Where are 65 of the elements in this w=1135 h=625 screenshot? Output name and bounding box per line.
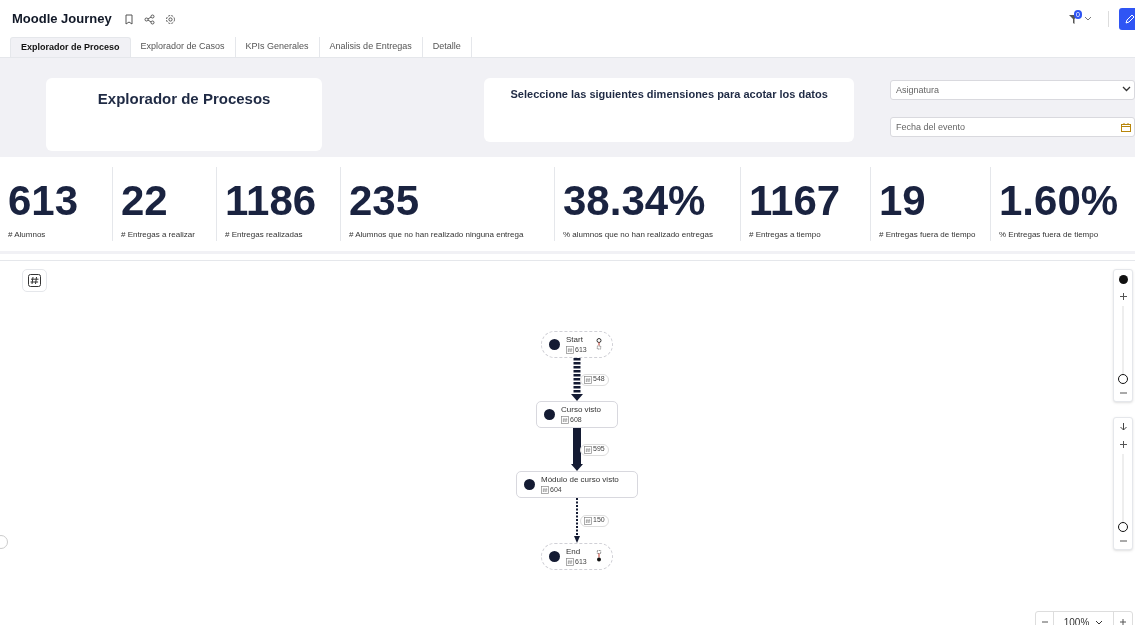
kpi-value: 38.34% [563, 179, 706, 223]
arrow-down-icon[interactable] [1118, 422, 1128, 432]
kpi-value: 1186 [225, 179, 317, 223]
slider-thumb[interactable] [1118, 374, 1128, 384]
tab[interactable]: Detalle [422, 37, 472, 57]
node-label: Start [566, 334, 584, 345]
kpi-label: # Entregas realizadas [225, 229, 303, 241]
edge-arrow[interactable] [571, 498, 583, 543]
chevron-down-icon [1095, 619, 1104, 625]
edge-arrow[interactable] [571, 358, 583, 401]
plus-icon [1119, 440, 1127, 448]
kpi-value: 22 [121, 179, 168, 223]
node-label: Módulo de curso visto [541, 474, 619, 485]
plus-button[interactable] [1117, 290, 1129, 302]
kpi-label: # Alumnos [8, 229, 46, 241]
hash-icon [566, 557, 574, 566]
instruction-text: Seleccione las siguientes dimensiones para acotar los datos [510, 87, 828, 102]
node-label: Curso visto [561, 404, 601, 415]
hash-toggle-button[interactable] [22, 269, 47, 292]
hash-icon [584, 516, 592, 525]
plus-button[interactable] [1117, 438, 1129, 450]
start-marker-icon [596, 338, 602, 350]
chevron-down-icon [1084, 16, 1092, 22]
minus-icon [1119, 540, 1127, 542]
hash-icon [541, 485, 549, 494]
hash-icon [584, 375, 592, 384]
tab[interactable]: KPIs Generales [235, 37, 320, 57]
kpi-label: # Alumnos que no han realizado ninguna entrega [349, 229, 524, 241]
dropdown-field[interactable]: Asignatura [890, 80, 1135, 100]
plus-icon [1119, 292, 1127, 300]
kpi-label: % Entregas fuera de tiempo [999, 229, 1099, 241]
edge-arrow[interactable] [571, 428, 583, 471]
hash-icon [566, 345, 574, 354]
kpi-label: % alumnos que no han realizado entregas [563, 229, 713, 241]
kpi-label: # Entregas a realizar [121, 229, 195, 241]
plus-icon [1120, 619, 1126, 625]
tab[interactable]: Explorador de Proceso [10, 37, 131, 57]
kpi-value: 1167 [749, 179, 841, 223]
calendar-icon [1121, 123, 1131, 132]
settings-icon[interactable] [164, 13, 176, 25]
zoom-dropdown[interactable]: 100% [1054, 612, 1114, 625]
hash-icon [584, 445, 592, 454]
dashboard-title: Moodle Journey [12, 10, 112, 29]
kpi-value: 613 [8, 179, 79, 223]
tab[interactable]: Analisis de Entregas [319, 37, 423, 57]
end-marker-icon [596, 550, 602, 562]
minus-icon [1041, 621, 1048, 623]
hash-icon [561, 415, 569, 424]
page-heading: Explorador de Procesos [97, 89, 271, 109]
pencil-icon [1125, 14, 1135, 24]
kpi-label: # Entregas a tiempo [749, 229, 821, 241]
kpi-value: 19 [879, 179, 926, 223]
chevron-down-icon [1122, 86, 1131, 92]
kpi-value: 1.60% [999, 179, 1119, 223]
slider-thumb[interactable] [1118, 522, 1128, 532]
kpi-value: 235 [349, 179, 420, 223]
share-icon[interactable] [143, 13, 155, 25]
hash-icon [28, 274, 41, 287]
kpi-label: # Entregas fuera de tiempo [879, 229, 976, 241]
tab[interactable]: Explorador de Casos [130, 37, 236, 57]
bookmark-icon[interactable] [123, 13, 134, 25]
minus-icon [1119, 392, 1127, 394]
date-field[interactable]: Fecha del evento [890, 117, 1135, 137]
edit-button[interactable] [1119, 8, 1135, 30]
node-label: End [566, 546, 582, 557]
